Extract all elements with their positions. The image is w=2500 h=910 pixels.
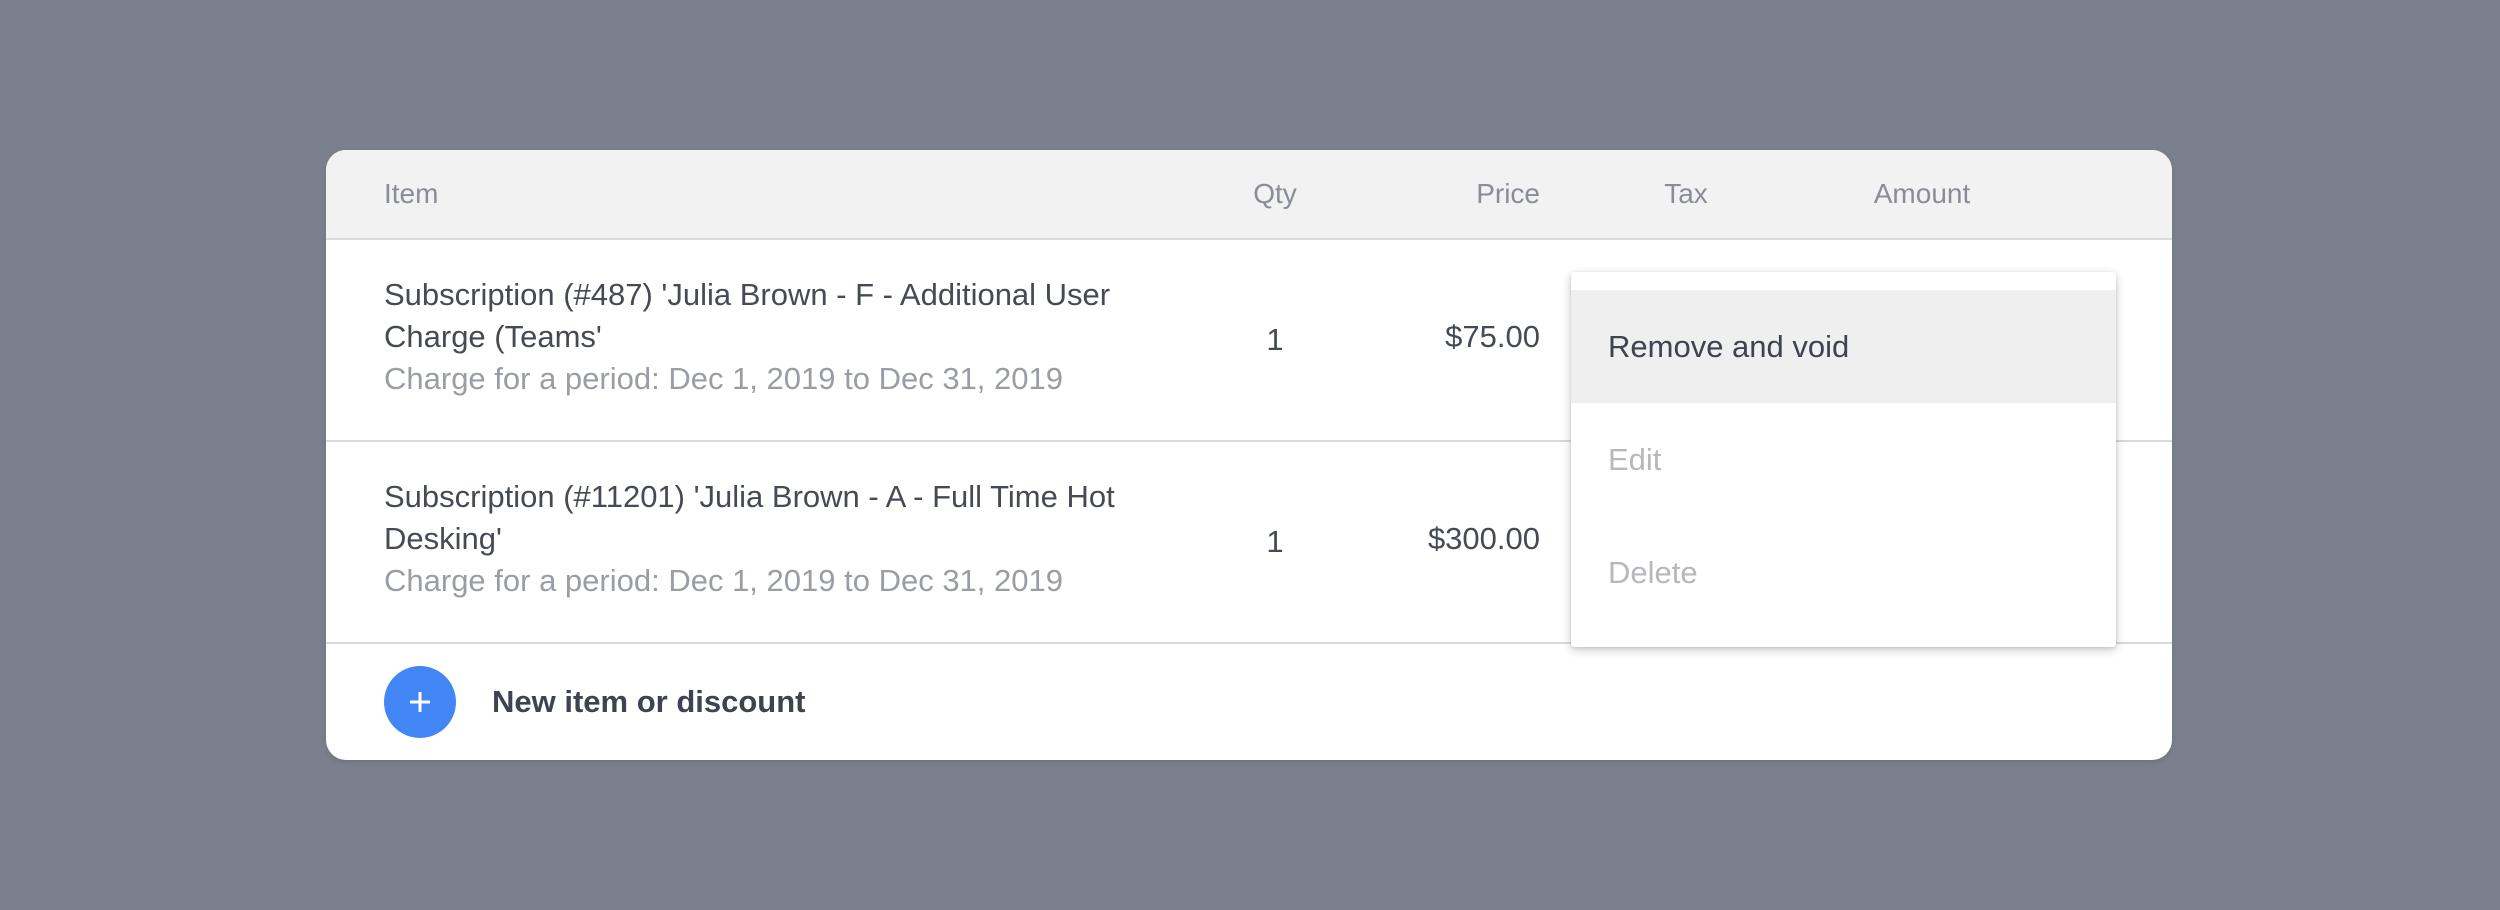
menu-item-delete[interactable]: Delete <box>1571 516 2116 629</box>
row-context-menu: Remove and void Edit Delete <box>1571 272 2116 647</box>
item-period: Charge for a period: Dec 1, 2019 to Dec … <box>384 361 1063 396</box>
item-price: $300.00 <box>1427 521 1540 556</box>
add-item-button[interactable] <box>384 666 456 738</box>
item-title: Subscription (#487) 'Julia Brown - F - A… <box>384 277 1111 354</box>
add-item-label[interactable]: New item or discount <box>492 644 805 760</box>
item-price: $75.00 <box>1445 319 1540 354</box>
table-footer: New item or discount <box>326 644 2172 760</box>
item-qty: 1 <box>1266 322 1284 357</box>
column-header-price[interactable]: Price <box>1476 150 1540 238</box>
menu-item-edit[interactable]: Edit <box>1571 403 2116 516</box>
item-description: Subscription (#487) 'Julia Brown - F - A… <box>384 274 1144 400</box>
menu-item-remove-and-void[interactable]: Remove and void <box>1571 290 2116 403</box>
column-header-tax[interactable]: Tax <box>1636 150 1736 238</box>
column-header-amount[interactable]: Amount <box>1822 150 2022 238</box>
column-header-qty[interactable]: Qty <box>1200 150 1350 238</box>
table-header: Item Qty Price Tax Amount <box>326 150 2172 240</box>
plus-icon <box>410 692 430 712</box>
item-title: Subscription (#11201) 'Julia Brown - A -… <box>384 479 1115 556</box>
column-header-item[interactable]: Item <box>384 150 438 238</box>
item-period: Charge for a period: Dec 1, 2019 to Dec … <box>384 563 1063 598</box>
item-description: Subscription (#11201) 'Julia Brown - A -… <box>384 476 1144 602</box>
item-qty: 1 <box>1266 524 1284 559</box>
